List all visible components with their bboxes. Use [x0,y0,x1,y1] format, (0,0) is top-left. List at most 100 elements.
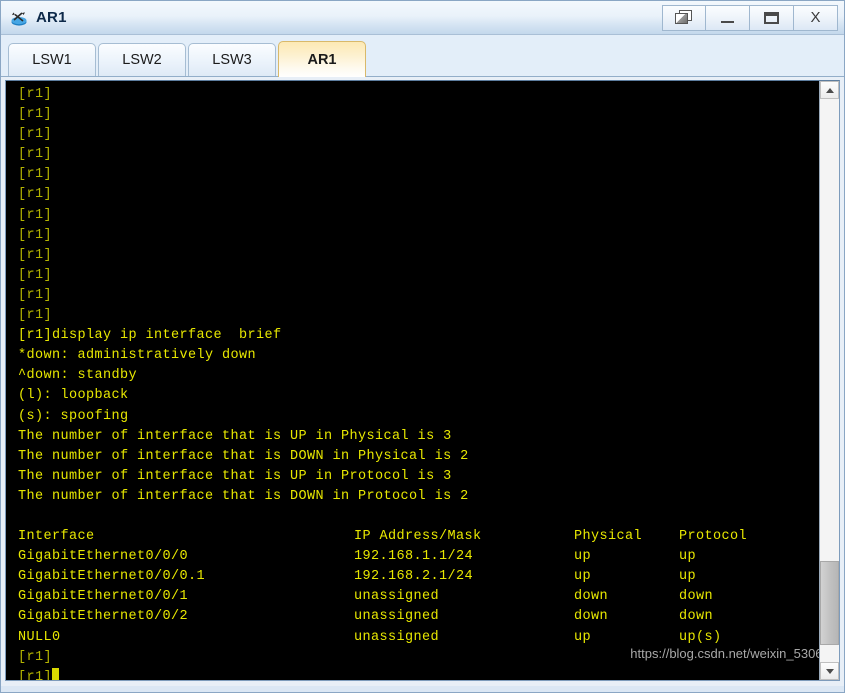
tab-lsw2[interactable]: LSW2 [98,43,186,76]
interface-table-row: GigabitEthernet0/0/2 unassigned down down [18,607,819,627]
cell-interface: Interface [18,529,95,545]
interface-table-row: GigabitEthernet0/0/0 192.168.1.1/24 up up [18,547,819,567]
window-bottom-edge [1,686,844,692]
minimize-icon [721,20,734,23]
cell-physical: down [574,609,609,625]
terminal-prompt-line: [r1] [18,105,819,125]
prompt-text: [r1] [18,308,53,324]
interface-table-row: GigabitEthernet0/0/0.1 192.168.2.1/24 up up [18,567,819,587]
prompt-text: [r1] [18,669,53,680]
terminal-prompt-line: [r1] [18,246,819,266]
terminal-prompt-line: [r1] [18,667,819,680]
scroll-up-button[interactable] [820,81,839,99]
prompt-text: [r1] [18,147,53,163]
maximize-button[interactable] [750,4,794,31]
prompt-text: [r1] [18,649,53,665]
cell-interface: NULL0 [18,629,61,645]
terminal-command-line: [r1]display ip interface brief [18,328,282,344]
cell-protocol: up [679,549,697,565]
scrollbar-thumb[interactable] [820,560,839,646]
terminal-area: [r1] [r1] [r1] [r1] [r1] [r1] [r1] [r1] [r1] [r1]… [1,77,844,686]
terminal-legend-line: (s): spoofing [18,408,129,424]
scroll-down-button[interactable] [820,662,839,680]
minimize-button[interactable] [706,4,750,31]
prompt-text: [r1] [18,167,53,183]
cell-physical: up [574,629,592,645]
prompt-text: [r1] [18,227,53,243]
terminal-prompt-line: [r1] [18,286,819,306]
cell-ip-address: unassigned [354,609,440,625]
terminal-prompt-line: [r1] [18,165,819,185]
cell-physical: down [574,589,609,605]
title-bar-left: AR1 [9,8,662,28]
cell-physical: Physical [574,529,643,545]
cell-physical: up [574,549,592,565]
terminal-scrollbar[interactable] [819,81,839,680]
terminal-counter-line: The number of interface that is DOWN in … [18,448,469,464]
terminal-legend-line: (l): loopback [18,388,129,404]
terminal-prompt-line: [r1] [18,226,819,246]
terminal-prompt-line: [r1] [18,145,819,165]
prompt-text: [r1] [18,207,53,223]
terminal-prompt-line: [r1] [18,306,819,326]
terminal-prompt-line: [r1] [18,185,819,205]
interface-table-header: Interface IP Address/Mask Physical Protocol [18,527,819,547]
terminal-counter-line: The number of interface that is UP in Ph… [18,428,452,444]
terminal-output[interactable]: [r1] [r1] [r1] [r1] [r1] [r1] [r1] [r1] [r1] [r1]… [6,81,819,680]
cell-ip-address: unassigned [354,629,440,645]
device-tab-strip: LSW1 LSW2 LSW3 AR1 [1,35,844,77]
terminal-prompt-line: [r1] [18,125,819,145]
prompt-text: [r1] [18,107,53,123]
terminal-counter-line: The number of interface that is UP in Pr… [18,468,452,484]
interface-table-row: NULL0 unassigned up up(s) [18,628,819,648]
cell-protocol: up(s) [679,629,722,645]
restore-button[interactable] [662,4,706,31]
cell-ip-address: 192.168.2.1/24 [354,569,474,585]
terminal-prompt-line: [r1] [18,85,819,105]
tab-label: LSW2 [122,52,162,68]
cell-protocol: up [679,569,697,585]
terminal-cursor [52,667,60,680]
cell-interface: GigabitEthernet0/0/0 [18,549,189,565]
maximize-icon [764,11,779,24]
router-icon [9,8,29,28]
title-bar: AR1 X [1,1,844,35]
chevron-down-icon [825,668,834,674]
prompt-text: [r1] [18,127,53,143]
terminal-legend-line: *down: administratively down [18,348,257,364]
interface-table-row: GigabitEthernet0/0/1 unassigned down down [18,587,819,607]
cell-protocol: Protocol [679,529,748,545]
cell-interface: GigabitEthernet0/0/0.1 [18,569,206,585]
terminal-prompt-line: [r1] [18,206,819,226]
prompt-text: [r1] [18,247,53,263]
close-button[interactable]: X [794,4,838,31]
terminal-prompt-line: [r1] [18,648,819,668]
close-icon: X [810,9,821,26]
terminal-window: AR1 X LSW1 LSW2 LSW3 AR1 [r1] [r1] [r1] … [0,0,845,693]
terminal-counter-line: The number of interface that is DOWN in … [18,488,469,504]
restore-icon [675,10,693,25]
cell-ip-address: 192.168.1.1/24 [354,549,474,565]
prompt-text: [r1] [18,87,53,102]
terminal-legend-line: ^down: standby [18,368,138,384]
tab-lsw1[interactable]: LSW1 [8,43,96,76]
terminal-prompt-line: [r1] [18,266,819,286]
cell-protocol: down [679,589,714,605]
scrollbar-track[interactable] [820,99,839,662]
cell-physical: up [574,569,592,585]
window-title: AR1 [36,9,67,26]
tab-label: LSW1 [32,52,72,68]
cell-interface: GigabitEthernet0/0/1 [18,589,189,605]
prompt-text: [r1] [18,187,53,203]
tab-label: LSW3 [212,52,252,68]
tab-lsw3[interactable]: LSW3 [188,43,276,76]
window-controls: X [662,4,842,31]
terminal-frame: [r1] [r1] [r1] [r1] [r1] [r1] [r1] [r1] [r1] [r1]… [5,80,840,681]
cell-ip-address: unassigned [354,589,440,605]
tab-ar1[interactable]: AR1 [278,41,366,77]
tab-label: AR1 [307,51,337,68]
cell-interface: GigabitEthernet0/0/2 [18,609,189,625]
chevron-up-icon [825,87,834,93]
prompt-text: [r1] [18,287,53,303]
